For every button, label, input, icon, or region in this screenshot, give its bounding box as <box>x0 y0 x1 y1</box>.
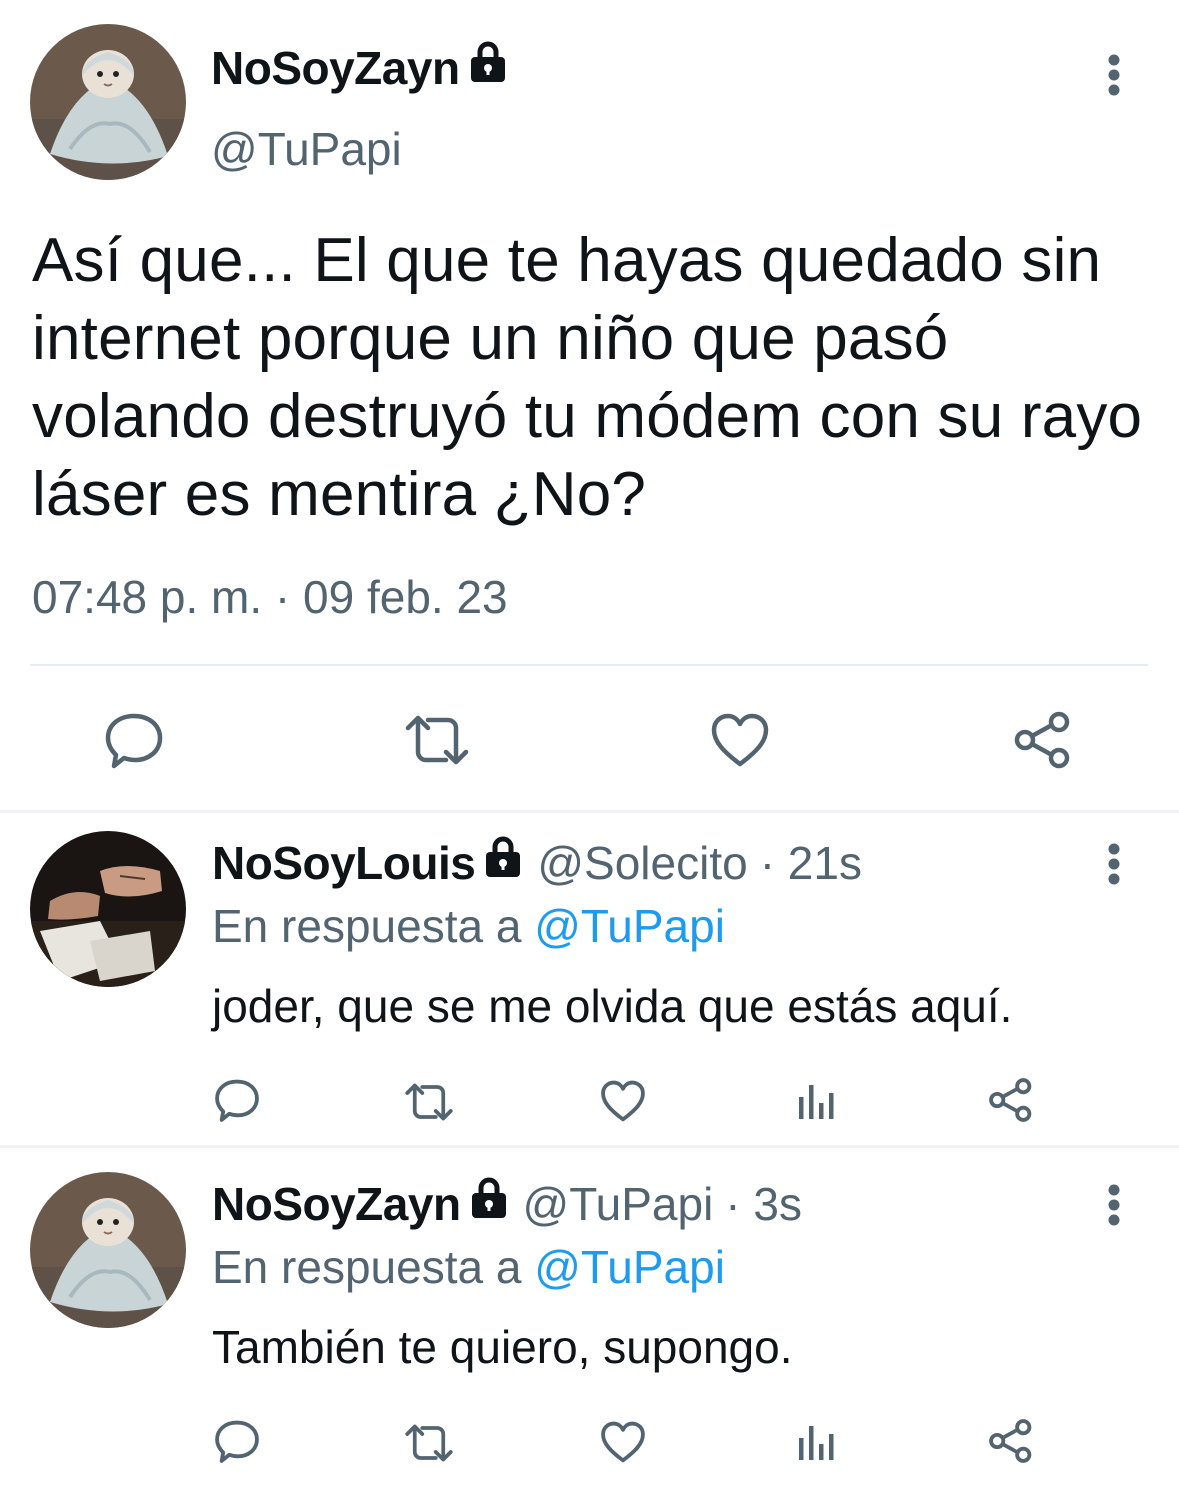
reply-author-name[interactable]: NoSoyZayn <box>212 1177 461 1231</box>
like-icon[interactable] <box>600 1079 646 1128</box>
author-name[interactable]: NoSoyZayn <box>211 40 508 95</box>
divider <box>30 664 1148 666</box>
reply-header: NoSoyZayn @TuPapi · 3s <box>212 1176 802 1231</box>
reply-avatar[interactable] <box>30 1172 186 1328</box>
reply-author-handle[interactable]: @Solecito <box>537 836 747 890</box>
reply-context: En respuesta a @TuPapi <box>212 899 725 953</box>
more-options-icon[interactable] <box>1107 54 1121 98</box>
share-icon[interactable] <box>988 1418 1034 1469</box>
retweet-icon[interactable] <box>402 712 472 773</box>
retweet-icon[interactable] <box>402 1422 456 1469</box>
reply-context: En respuesta a @TuPapi <box>212 1240 725 1294</box>
lock-icon <box>468 40 508 95</box>
author-avatar[interactable] <box>30 24 186 180</box>
reply-tweet: NoSoyZayn @TuPapi · 3s En respuesta a @T… <box>0 1148 1179 1491</box>
reply-author-name[interactable]: NoSoyLouis <box>212 836 476 890</box>
reply-mention-link[interactable]: @TuPapi <box>534 1241 725 1293</box>
reply-time[interactable]: · 3s <box>725 1177 802 1231</box>
more-options-icon[interactable] <box>1107 1184 1121 1228</box>
reply-icon[interactable] <box>214 1418 260 1469</box>
reply-icon[interactable] <box>214 1077 260 1128</box>
reply-text: joder, que se me olvida que estás aquí. <box>212 980 1013 1032</box>
reply-time[interactable]: · 21s <box>760 836 862 890</box>
main-tweet: NoSoyZayn @TuPapi Así que... El que te h… <box>0 0 1179 812</box>
tweet-timestamp[interactable]: 07:48 p. m. · 09 feb. 23 <box>32 570 508 624</box>
author-name-text: NoSoyZayn <box>211 41 460 94</box>
analytics-icon[interactable] <box>797 1424 837 1465</box>
like-icon[interactable] <box>710 712 770 773</box>
author-handle[interactable]: @TuPapi <box>211 122 402 176</box>
analytics-icon[interactable] <box>797 1083 837 1124</box>
share-icon[interactable] <box>1013 710 1073 775</box>
tweet-text: Así que... El que te hayas quedado sin i… <box>32 226 1143 529</box>
like-icon[interactable] <box>600 1420 646 1469</box>
reply-mention-link[interactable]: @TuPapi <box>534 900 725 952</box>
reply-author-handle[interactable]: @TuPapi <box>523 1177 714 1231</box>
reply-icon[interactable] <box>104 710 164 775</box>
share-icon[interactable] <box>988 1077 1034 1128</box>
retweet-icon[interactable] <box>402 1081 456 1128</box>
reply-tweet: NoSoyLouis @Solecito · 21s En respuesta … <box>0 813 1179 1145</box>
reply-avatar[interactable] <box>30 831 186 987</box>
reply-header: NoSoyLouis @Solecito · 21s <box>212 835 862 890</box>
reply-prefix: En respuesta a <box>212 1241 522 1293</box>
lock-icon <box>469 1176 509 1231</box>
more-options-icon[interactable] <box>1107 843 1121 887</box>
reply-text: También te quiero, supongo. <box>212 1321 793 1373</box>
lock-icon <box>483 835 523 890</box>
reply-prefix: En respuesta a <box>212 900 522 952</box>
